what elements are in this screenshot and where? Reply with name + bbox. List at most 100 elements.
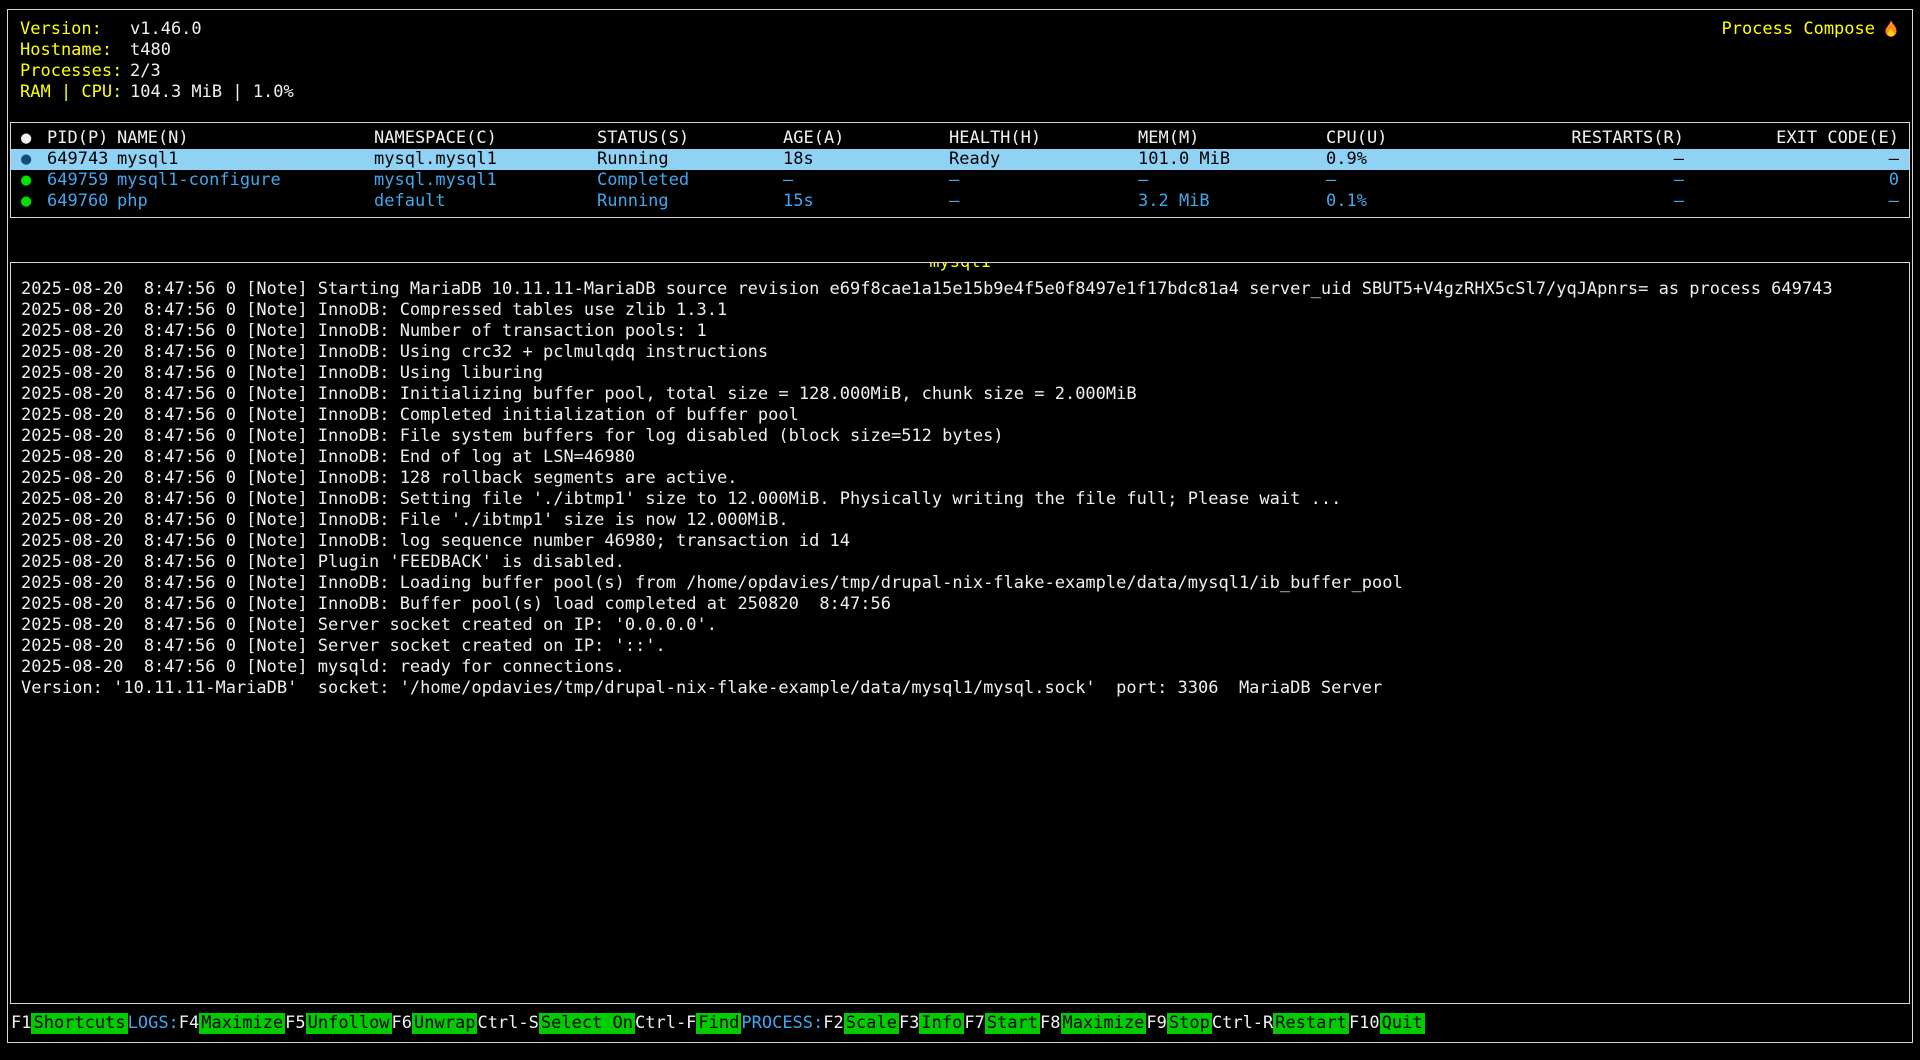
cell-mem: 101.0 MiB <box>1138 149 1326 170</box>
process-row-mysql1-configure[interactable]: ●649759mysql1-configuremysql.mysql1Compl… <box>11 170 1909 191</box>
system-info-panel: Version:v1.46.0 Hostname:t480 Processes:… <box>8 10 1912 122</box>
app-frame: Version:v1.46.0 Hostname:t480 Processes:… <box>7 9 1913 1043</box>
cell-health: – <box>949 191 1138 212</box>
col-header-age[interactable]: AGE(A) <box>783 128 949 149</box>
shortcut-key-f6: F6 <box>392 1013 412 1034</box>
app-title: Process Compose <box>1721 19 1900 40</box>
shortcut-action-find[interactable]: Find <box>696 1013 741 1034</box>
log-line: 2025-08-20 8:47:56 0 [Note] InnoDB: 128 … <box>21 468 1899 489</box>
status-dot-icon: ● <box>21 170 47 191</box>
col-header-status[interactable]: STATUS(S) <box>597 128 783 149</box>
shortcut-action-info[interactable]: Info <box>919 1013 964 1034</box>
version-value: v1.46.0 <box>130 19 202 39</box>
shortcut-action-start[interactable]: Start <box>985 1013 1040 1034</box>
log-line: 2025-08-20 8:47:56 0 [Note] Plugin 'FEED… <box>21 552 1899 573</box>
log-line: 2025-08-20 8:47:56 0 [Note] InnoDB: Buff… <box>21 594 1899 615</box>
ram-cpu-value: 104.3 MiB | 1.0% <box>130 82 294 102</box>
shortcut-action-unwrap[interactable]: Unwrap <box>412 1013 477 1034</box>
log-line: 2025-08-20 8:47:56 0 [Note] Starting Mar… <box>21 279 1899 300</box>
log-line: Version: '10.11.11-MariaDB' socket: '/ho… <box>21 678 1899 699</box>
cell-restarts: – <box>1442 149 1684 170</box>
cell-pid: 649759 <box>47 170 117 191</box>
status-dot-icon: ● <box>21 149 47 170</box>
log-panel-title: mysql1 <box>928 262 991 273</box>
shortcut-key-f2: F2 <box>823 1013 843 1034</box>
panel-gap <box>8 218 1912 262</box>
cell-mem: – <box>1138 170 1326 191</box>
hostname-value: t480 <box>130 40 171 60</box>
hostname-label: Hostname: <box>20 40 130 61</box>
log-line: 2025-08-20 8:47:56 0 [Note] InnoDB: End … <box>21 447 1899 468</box>
log-line: 2025-08-20 8:47:56 0 [Note] Server socke… <box>21 615 1899 636</box>
log-lines: 2025-08-20 8:47:56 0 [Note] Starting Mar… <box>21 279 1899 699</box>
cell-status: Running <box>597 191 783 212</box>
process-compose-app: Version:v1.46.0 Hostname:t480 Processes:… <box>0 0 1920 1060</box>
log-line: 2025-08-20 8:47:56 0 [Note] InnoDB: Sett… <box>21 489 1899 510</box>
cell-name: mysql1-configure <box>117 170 374 191</box>
shortcut-action-stop[interactable]: Stop <box>1167 1013 1212 1034</box>
version-label: Version: <box>20 19 130 40</box>
shortcut-key-f4: F4 <box>179 1013 199 1034</box>
cell-exit_code: 0 <box>1684 170 1899 191</box>
shortcut-action-scale[interactable]: Scale <box>844 1013 899 1034</box>
log-line: 2025-08-20 8:47:56 0 [Note] InnoDB: Comp… <box>21 405 1899 426</box>
ram-cpu-label: RAM | CPU: <box>20 82 130 103</box>
cell-cpu: – <box>1326 170 1442 191</box>
cell-mem: 3.2 MiB <box>1138 191 1326 212</box>
hostname-line: Hostname:t480 <box>20 40 1900 61</box>
col-header-mem[interactable]: MEM(M) <box>1138 128 1326 149</box>
cell-status: Running <box>597 149 783 170</box>
ram-cpu-line: RAM | CPU:104.3 MiB | 1.0% <box>20 82 1900 103</box>
processes-line: Processes:2/3 <box>20 61 1900 82</box>
cell-namespace: default <box>374 191 597 212</box>
cell-exit_code: – <box>1684 149 1899 170</box>
col-header-exit_code[interactable]: EXIT CODE(E) <box>1684 128 1899 149</box>
shortcut-action-select-on[interactable]: Select On <box>539 1013 635 1034</box>
cell-restarts: – <box>1442 191 1684 212</box>
cell-restarts: – <box>1442 170 1684 191</box>
col-header-cpu[interactable]: CPU(U) <box>1326 128 1442 149</box>
cell-age: – <box>783 170 949 191</box>
shortcut-key-f10: F10 <box>1349 1013 1380 1034</box>
table-header-row: ●PID(P)NAME(N)NAMESPACE(C)STATUS(S)AGE(A… <box>11 128 1909 149</box>
status-dot-column-icon: ● <box>21 128 47 149</box>
shortcut-action-restart[interactable]: Restart <box>1273 1013 1349 1034</box>
cell-name: php <box>117 191 374 212</box>
shortcut-key-f7: F7 <box>964 1013 984 1034</box>
shortcut-action-maximize[interactable]: Maximize <box>199 1013 285 1034</box>
shortcut-action-maximize[interactable]: Maximize <box>1061 1013 1147 1034</box>
log-line: 2025-08-20 8:47:56 0 [Note] InnoDB: Init… <box>21 384 1899 405</box>
shortcut-action-quit[interactable]: Quit <box>1380 1013 1425 1034</box>
shortcut-key-f5: F5 <box>285 1013 305 1034</box>
log-line: 2025-08-20 8:47:56 0 [Note] InnoDB: Comp… <box>21 300 1899 321</box>
log-line: 2025-08-20 8:47:56 0 [Note] InnoDB: Load… <box>21 573 1899 594</box>
log-line: 2025-08-20 8:47:56 0 [Note] Server socke… <box>21 636 1899 657</box>
log-line: 2025-08-20 8:47:56 0 [Note] InnoDB: File… <box>21 510 1899 531</box>
log-line: 2025-08-20 8:47:56 0 [Note] mysqld: read… <box>21 657 1899 678</box>
process-row-mysql1[interactable]: ●649743mysql1mysql.mysql1Running18sReady… <box>11 149 1909 170</box>
shortcut-bar: F1Shortcuts LOGS: F4Maximize F5Unfollow … <box>8 1004 1912 1042</box>
col-header-restarts[interactable]: RESTARTS(R) <box>1442 128 1684 149</box>
col-header-name[interactable]: NAME(N) <box>117 128 374 149</box>
cell-exit_code: – <box>1684 191 1899 212</box>
col-header-namespace[interactable]: NAMESPACE(C) <box>374 128 597 149</box>
shortcut-key-f9: F9 <box>1146 1013 1166 1034</box>
log-line: 2025-08-20 8:47:56 0 [Note] InnoDB: log … <box>21 531 1899 552</box>
shortcut-key-f3: F3 <box>899 1013 919 1034</box>
cell-health: – <box>949 170 1138 191</box>
shortcut-key-f1: F1 <box>11 1013 31 1034</box>
col-header-pid[interactable]: PID(P) <box>47 128 117 149</box>
log-panel[interactable]: mysql1 2025-08-20 8:47:56 0 [Note] Start… <box>10 262 1910 1004</box>
cell-cpu: 0.1% <box>1326 191 1442 212</box>
process-table-body: ●649743mysql1mysql.mysql1Running18sReady… <box>11 149 1909 212</box>
cell-pid: 649743 <box>47 149 117 170</box>
cell-name: mysql1 <box>117 149 374 170</box>
col-header-health[interactable]: HEALTH(H) <box>949 128 1138 149</box>
cell-age: 15s <box>783 191 949 212</box>
shortcut-action-shortcuts[interactable]: Shortcuts <box>31 1013 127 1034</box>
shortcut-key-f8: F8 <box>1040 1013 1060 1034</box>
flame-icon <box>1882 20 1900 40</box>
shortcut-action-unfollow[interactable]: Unfollow <box>306 1013 392 1034</box>
processes-value: 2/3 <box>130 61 161 81</box>
process-row-php[interactable]: ●649760phpdefaultRunning15s–3.2 MiB0.1%–… <box>11 191 1909 212</box>
